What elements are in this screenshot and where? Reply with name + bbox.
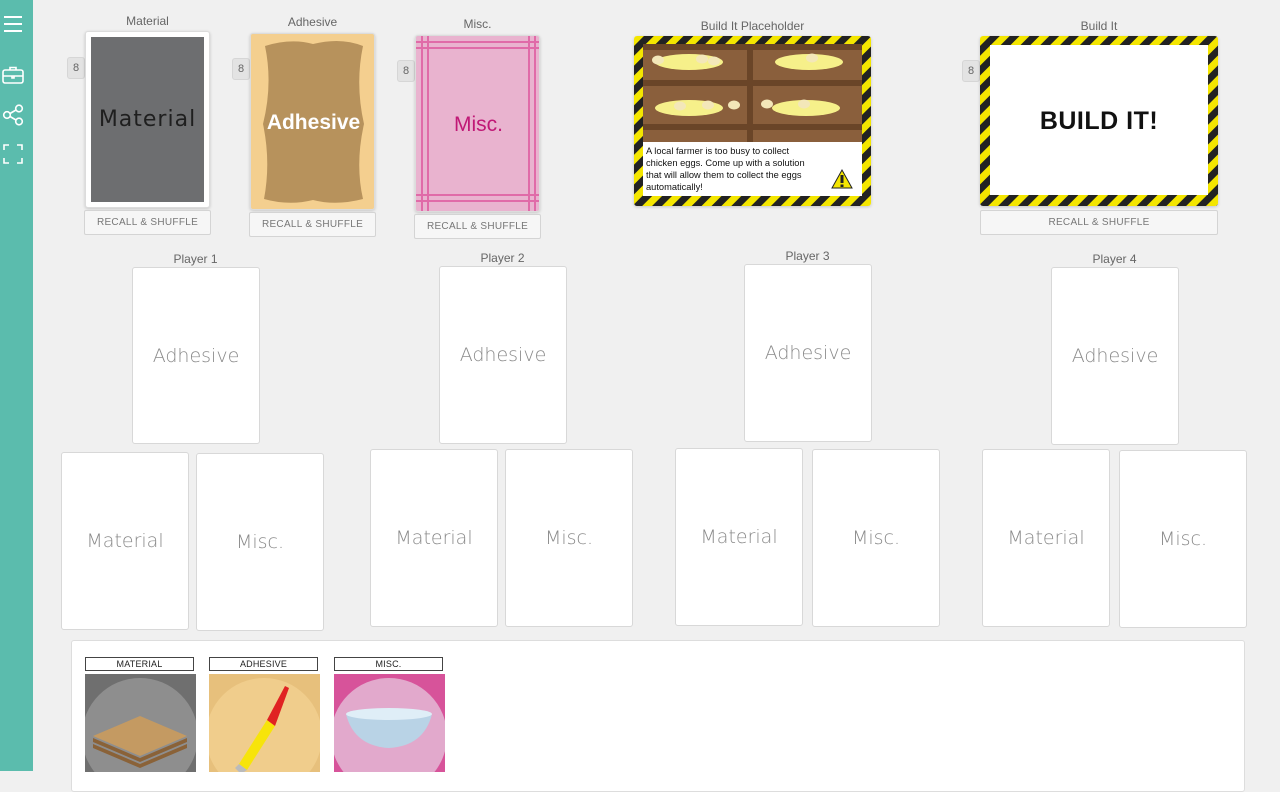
build-it-placeholder-card[interactable]: A local farmer is too busy to collect ch… xyxy=(634,36,871,206)
hand-card-misc-title: MISC. xyxy=(334,657,443,671)
deck-label-misc: Misc. xyxy=(463,17,492,31)
player-4-material-slot[interactable]: Material xyxy=(982,449,1110,627)
hand-card-material-title: MATERIAL xyxy=(85,657,194,671)
deck-label-material: Material xyxy=(126,14,169,28)
bowl-icon xyxy=(334,678,445,772)
glue-tube-icon xyxy=(209,678,320,772)
deck-count-adhesive: 8 xyxy=(232,58,250,80)
player-2-adhesive-slot[interactable]: Adhesive xyxy=(439,266,567,444)
misc-deck-face: Misc. xyxy=(454,112,503,136)
material-deck-face: Material xyxy=(91,37,204,202)
player-4-adhesive-slot[interactable]: Adhesive xyxy=(1051,267,1179,445)
recall-shuffle-material-button[interactable]: RECALL & SHUFFLE xyxy=(84,210,211,235)
deck-count-material: 8 xyxy=(67,57,85,79)
player-1-misc-slot[interactable]: Misc. xyxy=(196,453,324,631)
player-4-misc-slot[interactable]: Misc. xyxy=(1119,450,1247,628)
deck-count-misc: 8 xyxy=(397,60,415,82)
deck-label-build-it: Build It xyxy=(1080,19,1118,33)
misc-deck[interactable]: Misc. xyxy=(415,35,540,212)
player-3-label: Player 3 xyxy=(785,249,830,263)
player-3-misc-slot[interactable]: Misc. xyxy=(812,449,940,627)
player-1-material-slot[interactable]: Material xyxy=(61,452,189,630)
deck-label-adhesive: Adhesive xyxy=(287,15,338,29)
adhesive-deck-face: Adhesive xyxy=(266,110,361,134)
recall-shuffle-build-it-button[interactable]: RECALL & SHUFFLE xyxy=(980,210,1218,235)
player-3-adhesive-slot[interactable]: Adhesive xyxy=(744,264,872,442)
player-4-label: Player 4 xyxy=(1092,252,1137,266)
material-deck[interactable]: Material xyxy=(85,31,210,208)
menu-icon[interactable] xyxy=(2,13,24,35)
hand-card-adhesive[interactable] xyxy=(209,674,320,772)
build-it-deck-face: BUILD IT! xyxy=(1039,106,1159,135)
hand-panel: MATERIAL ADHESIVE MISC. xyxy=(71,640,1245,792)
share-icon[interactable] xyxy=(2,104,24,126)
briefcase-icon[interactable] xyxy=(2,64,24,86)
player-2-label: Player 2 xyxy=(480,251,525,265)
build-it-deck[interactable]: BUILD IT! xyxy=(980,36,1218,206)
recall-shuffle-adhesive-button[interactable]: RECALL & SHUFFLE xyxy=(249,212,376,237)
sidebar xyxy=(0,0,33,771)
recall-shuffle-misc-button[interactable]: RECALL & SHUFFLE xyxy=(414,214,541,239)
hand-card-adhesive-title: ADHESIVE xyxy=(209,657,318,671)
deck-count-build-it: 8 xyxy=(962,60,980,82)
cardboard-stack-icon xyxy=(85,678,196,772)
player-1-adhesive-slot[interactable]: Adhesive xyxy=(132,267,260,444)
adhesive-deck[interactable]: Adhesive xyxy=(250,33,375,210)
build-it-placeholder-text: A local farmer is too busy to collect ch… xyxy=(646,146,805,192)
fullscreen-icon[interactable] xyxy=(2,143,24,165)
player-3-material-slot[interactable]: Material xyxy=(675,448,803,626)
deck-label-build-placeholder: Build It Placeholder xyxy=(700,19,805,33)
player-1-label: Player 1 xyxy=(173,252,218,266)
player-2-misc-slot[interactable]: Misc. xyxy=(505,449,633,627)
hand-card-material[interactable] xyxy=(85,674,196,772)
player-2-material-slot[interactable]: Material xyxy=(370,449,498,627)
hand-card-misc[interactable] xyxy=(334,674,445,772)
